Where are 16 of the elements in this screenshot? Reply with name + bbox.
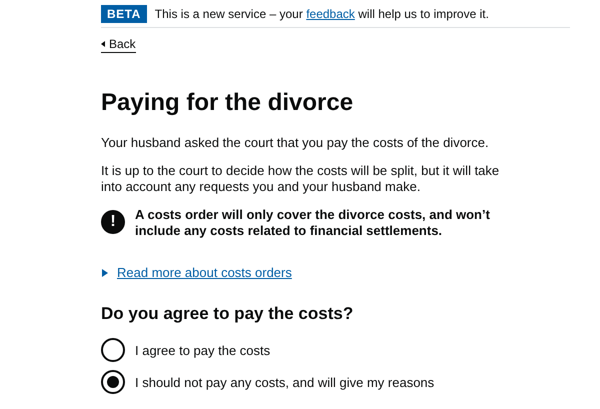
radio-label[interactable]: I should not pay any costs, and will give my reasons — [135, 374, 434, 390]
page-heading: Paying for the divorce — [101, 89, 354, 117]
back-link[interactable]: Back — [101, 37, 136, 53]
body-text: Your husband asked the court that you pay the costs of the divorce. — [101, 135, 490, 151]
radio-button[interactable] — [101, 370, 125, 394]
question-heading: Do you agree to pay the costs? — [101, 304, 354, 324]
radio-label[interactable]: I agree to pay the costs — [135, 342, 270, 358]
warning-text: A costs order will only cover the divorce costs, and won’t include any costs related to financial settlements. — [135, 207, 491, 239]
beta-tag: BETA — [101, 4, 147, 22]
banner-message: This is a new service – your feedback will help us to improve it. — [154, 6, 489, 20]
caret-icon — [101, 41, 105, 47]
warning-icon: ! — [101, 210, 125, 234]
feedback-link[interactable]: feedback — [306, 6, 355, 20]
body-text: It is up to the court to decide how the costs will be split, but it will take into account any requests you and your husband make. — [101, 163, 500, 195]
details-summary-link[interactable]: Read more about costs orders — [117, 265, 292, 280]
radio-button[interactable] — [101, 338, 125, 362]
